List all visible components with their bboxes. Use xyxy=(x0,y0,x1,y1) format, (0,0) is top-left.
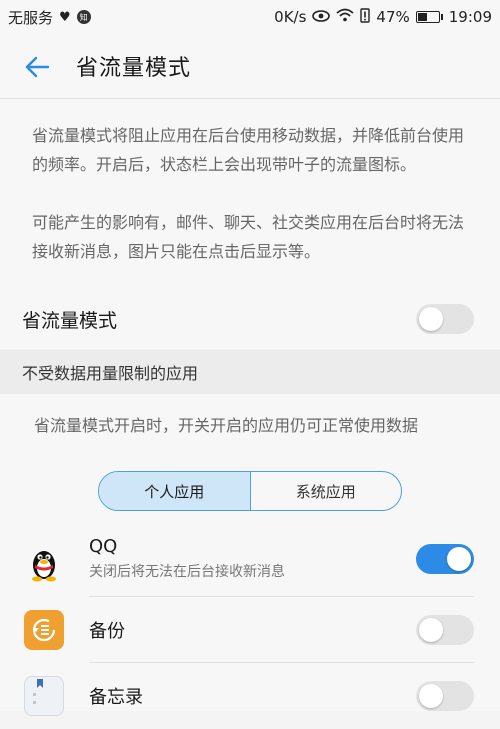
heartbeat-icon: ♥ xyxy=(59,9,71,25)
battery-icon xyxy=(415,11,440,23)
toggle-knob xyxy=(419,618,443,642)
section-description: 省流量模式开启时，开关开启的应用仍可正常使用数据 xyxy=(0,394,500,454)
app-name: 备份 xyxy=(89,621,125,642)
notepad-icon xyxy=(24,676,64,716)
back-arrow-icon[interactable] xyxy=(24,54,50,78)
clock: 19:09 xyxy=(448,8,492,26)
description-paragraph-2: 可能产生的影响有，邮件、聊天、社交类应用在后台时将无法接收新消息，图片只能在点击… xyxy=(32,213,465,261)
tab-personal-apps[interactable]: 个人应用 xyxy=(99,472,251,510)
data-saver-row[interactable]: 省流量模式 xyxy=(0,289,500,349)
list-item-notepad[interactable]: 备忘录 xyxy=(0,663,500,729)
mode-description: 省流量模式将阻止应用在后台使用移动数据，并降低前台使用的频率。开启后，状态栏上会… xyxy=(0,99,500,289)
segment-container: 个人应用 系统应用 xyxy=(0,454,500,530)
data-saver-label: 省流量模式 xyxy=(22,309,118,332)
battery-percent: 47% xyxy=(376,8,410,26)
toggle-knob xyxy=(419,307,443,331)
app-name: QQ xyxy=(89,536,118,557)
qq-penguin-icon xyxy=(24,543,64,583)
toggle-knob xyxy=(447,547,471,571)
carrier-text: 无服务 xyxy=(8,8,54,27)
app-type-segmented-control: 个人应用 系统应用 xyxy=(98,471,402,511)
battery-alert-icon xyxy=(360,7,371,27)
wifi-icon xyxy=(336,8,355,26)
eye-icon xyxy=(312,8,331,26)
notepad-data-toggle[interactable] xyxy=(416,681,474,711)
section-header: 不受数据用量限制的应用 xyxy=(0,350,500,394)
page-title: 省流量模式 xyxy=(76,56,192,81)
list-item-backup[interactable]: 备份 xyxy=(0,597,500,663)
backup-icon xyxy=(24,610,64,650)
network-speed: 0K/s xyxy=(274,8,307,26)
app-name: 备忘录 xyxy=(89,687,143,708)
qq-data-toggle[interactable] xyxy=(416,544,474,574)
backup-data-toggle[interactable] xyxy=(416,615,474,645)
tab-system-apps[interactable]: 系统应用 xyxy=(251,472,402,510)
data-saver-toggle[interactable] xyxy=(416,304,474,334)
status-bar: 无服务 ♥ 知 0K/s 47% 19:09 xyxy=(0,0,500,34)
notification-icon: 知 xyxy=(76,10,91,24)
app-subtitle: 关闭后将无法在后台接收新消息 xyxy=(89,564,285,580)
toggle-knob xyxy=(419,684,443,708)
list-item-qq[interactable]: QQ 关闭后将无法在后台接收新消息 xyxy=(0,530,500,596)
description-paragraph-1: 省流量模式将阻止应用在后台使用移动数据，并降低前台使用的频率。开启后，状态栏上会… xyxy=(32,126,465,174)
app-list: QQ 关闭后将无法在后台接收新消息 备份 备忘录 xyxy=(0,530,500,716)
app-bar: 省流量模式 xyxy=(0,34,500,99)
